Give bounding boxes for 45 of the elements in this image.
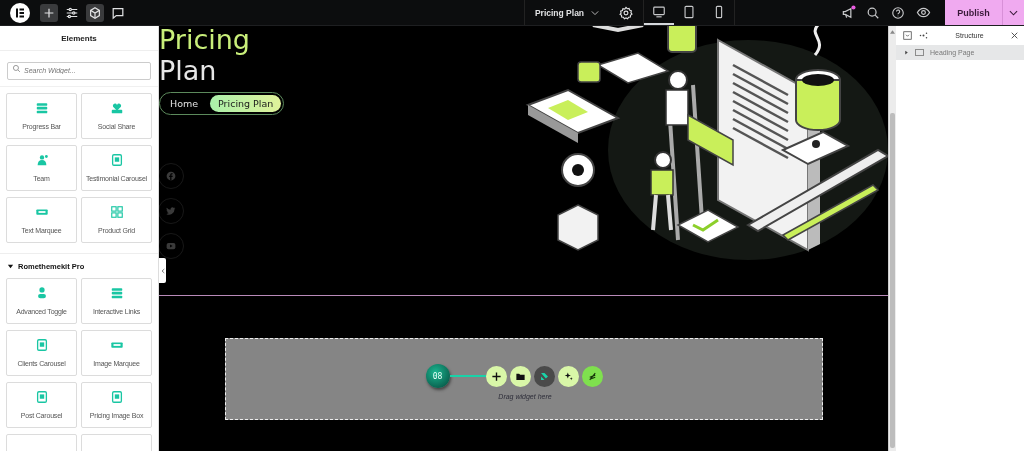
breadcrumb-link[interactable]: Home: [162, 95, 207, 112]
page-heading: Pricing: [159, 26, 251, 55]
ai-sparkle-button[interactable]: [557, 365, 579, 387]
close-icon[interactable]: [1011, 32, 1018, 39]
post-widget-icon: [34, 390, 49, 404]
sliders-icon: [65, 5, 79, 20]
chevron-down-icon: [591, 8, 600, 17]
lines-icon: [586, 370, 598, 382]
frame-widget-icon: [34, 338, 49, 352]
plus-icon: [490, 370, 502, 382]
move-icon[interactable]: [919, 31, 928, 40]
layers-button[interactable]: [86, 3, 104, 22]
gear-icon: [619, 5, 634, 20]
breadcrumb-link[interactable]: Pricing Plan: [210, 95, 282, 112]
caret-icon[interactable]: [7, 262, 14, 270]
tablet-icon: [682, 4, 697, 19]
heart-widget-icon: [109, 101, 124, 115]
cube-icon: [88, 5, 102, 20]
chevron-left-icon: [160, 267, 165, 274]
kit-logo-button[interactable]: [533, 365, 555, 387]
panel-title: Elements: [0, 26, 158, 51]
publish-button[interactable]: Publish: [945, 0, 1002, 25]
bars-widget-icon: [34, 101, 49, 115]
add-section-button[interactable]: [485, 365, 507, 387]
logo-icon: [538, 370, 550, 382]
collapse-icon[interactable]: [903, 31, 912, 40]
grid-widget-icon: [109, 205, 124, 219]
page-title-dropdown[interactable]: Pricing Plan: [523, 0, 610, 25]
frame-widget-icon: [109, 153, 124, 167]
desktop-icon: [652, 4, 667, 19]
connector-line: [449, 375, 486, 377]
template-folder-button[interactable]: [509, 365, 531, 387]
collapse-panel-handle[interactable]: [159, 258, 166, 283]
scroll-thumb[interactable]: [890, 113, 895, 448]
list-widget-icon: [109, 286, 124, 300]
speech-bubble-icon: [111, 5, 125, 20]
sparkle-icon: [562, 370, 574, 382]
logo-icon[interactable]: [10, 2, 30, 23]
frame-widget-icon: [109, 390, 124, 404]
container-icon: [915, 49, 924, 56]
page-heading: Plan: [159, 55, 218, 86]
scroll-up-icon[interactable]: [890, 30, 895, 34]
add-button[interactable]: [40, 3, 58, 22]
kit-button[interactable]: [581, 365, 603, 387]
step-badge: 08: [425, 364, 450, 388]
